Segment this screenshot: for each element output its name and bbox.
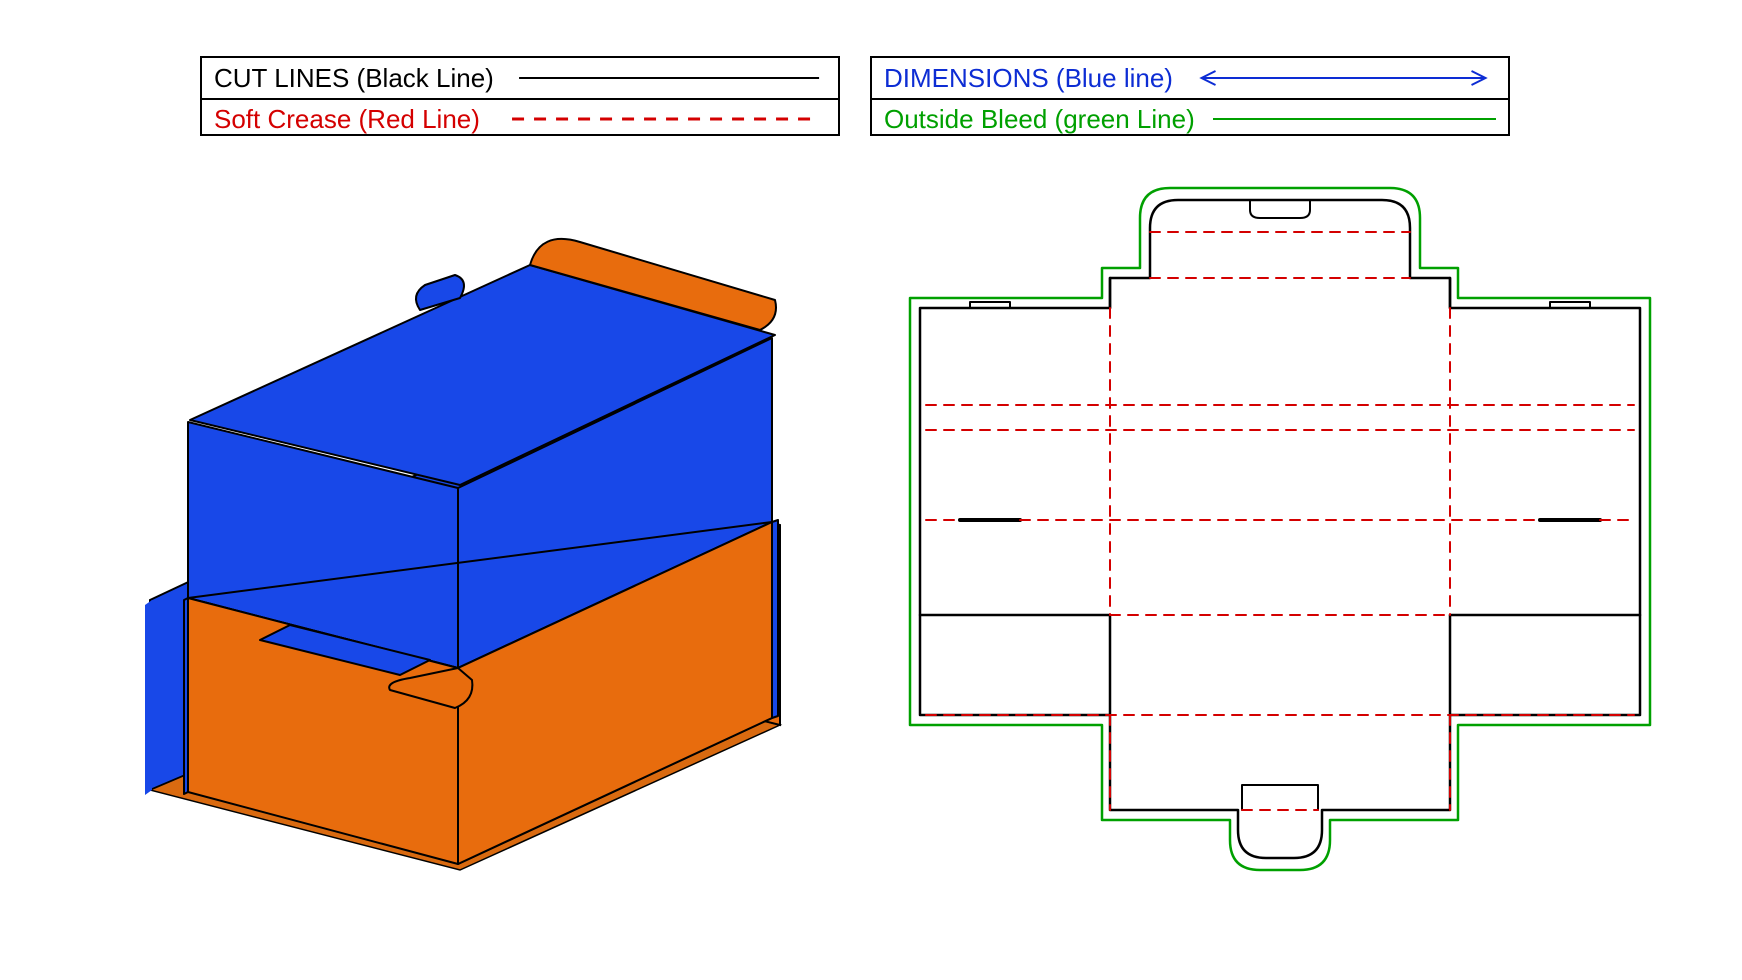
legend-row-crease: Soft Crease (Red Line) — [202, 98, 838, 138]
cut-line-sample-icon — [512, 68, 826, 88]
legend-row-cut: CUT LINES (Black Line) — [202, 58, 838, 98]
legend-right: DIMENSIONS (Blue line) Outside Bleed (gr… — [870, 56, 1510, 136]
box-dieline-diagram — [870, 170, 1690, 930]
crease-line-sample-icon — [498, 109, 826, 129]
box-3d-render — [60, 170, 880, 930]
legend-row-bleed: Outside Bleed (green Line) — [872, 98, 1508, 138]
dimension-arrow-sample-icon — [1191, 68, 1496, 88]
legend-cut-label: CUT LINES (Black Line) — [214, 63, 494, 94]
legend-bleed-label: Outside Bleed (green Line) — [884, 104, 1195, 135]
legend-crease-label: Soft Crease (Red Line) — [214, 104, 480, 135]
legend-row-dim: DIMENSIONS (Blue line) — [872, 58, 1508, 98]
legend-dim-label: DIMENSIONS (Blue line) — [884, 63, 1173, 94]
page: CUT LINES (Black Line) Soft Crease (Red … — [0, 0, 1742, 980]
bleed-line-sample-icon — [1213, 109, 1496, 129]
legend-left: CUT LINES (Black Line) Soft Crease (Red … — [200, 56, 840, 136]
bleed-outline-icon — [910, 188, 1650, 870]
